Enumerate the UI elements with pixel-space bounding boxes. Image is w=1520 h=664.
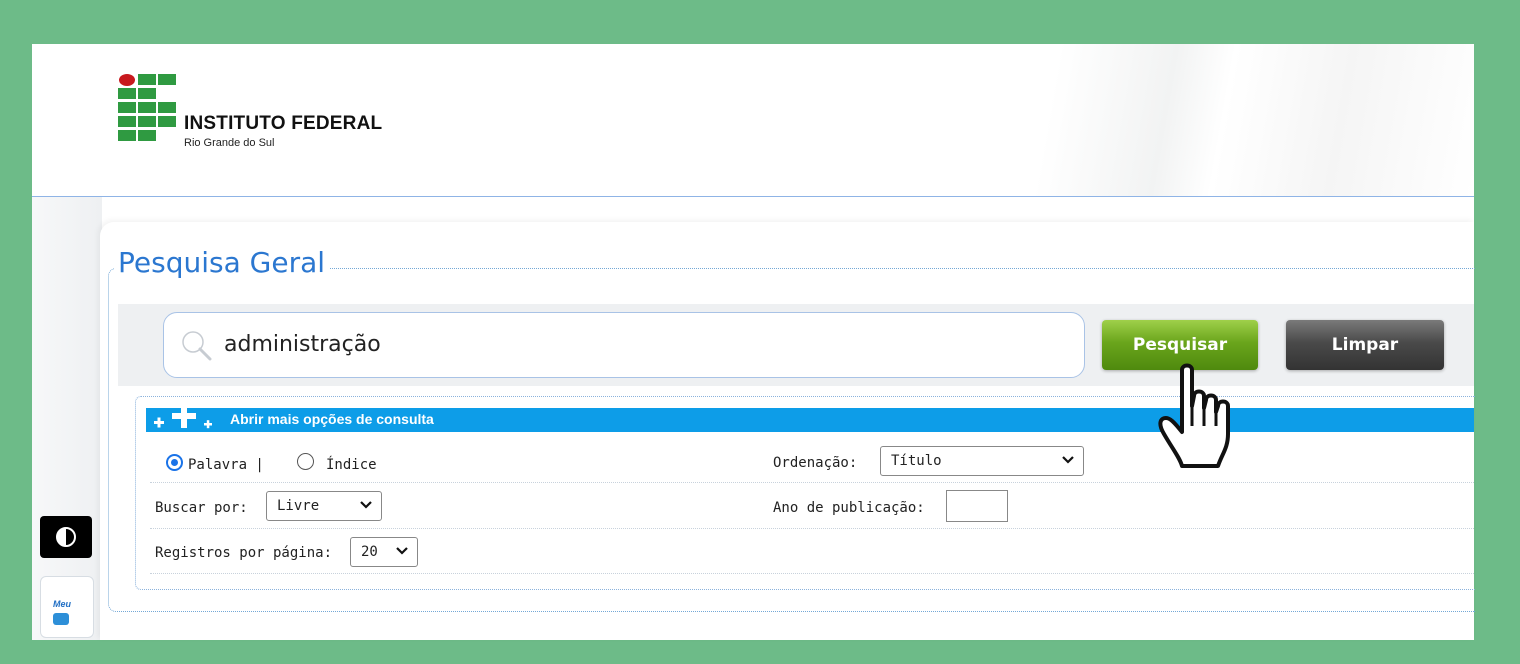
search-by-select[interactable]: Livre xyxy=(266,491,382,521)
row-divider xyxy=(150,573,1474,574)
search-input[interactable]: administração xyxy=(163,312,1085,378)
row-divider xyxy=(150,482,1474,483)
plus-icon xyxy=(154,406,212,429)
per-page-value: 20 xyxy=(361,544,378,560)
more-options-label: Abrir mais opções de consulta xyxy=(230,411,434,427)
section-title: Pesquisa Geral xyxy=(114,246,330,279)
search-query: administração xyxy=(224,332,381,357)
logo-title: INSTITUTO FEDERAL xyxy=(184,113,383,134)
chevron-down-icon xyxy=(360,501,372,509)
chevron-down-icon xyxy=(396,547,408,555)
ordering-label: Ordenação: xyxy=(773,455,858,471)
per-page-label: Registros por página: xyxy=(155,545,333,561)
contrast-icon xyxy=(56,527,76,547)
radio-palavra-label: Palavra | xyxy=(188,457,264,473)
per-page-select[interactable]: 20 xyxy=(350,537,418,567)
left-gutter xyxy=(32,197,102,640)
search-icon xyxy=(182,331,212,361)
search-by-label: Buscar por: xyxy=(155,500,248,516)
hand-pointer-icon xyxy=(1158,363,1230,468)
institute-logo[interactable]: INSTITUTO FEDERAL Rio Grande do Sul xyxy=(118,74,418,154)
more-options-toggle[interactable]: Abrir mais opções de consulta xyxy=(146,406,1474,432)
radio-palavra[interactable] xyxy=(166,454,183,471)
meu-label: Meu xyxy=(53,599,71,609)
search-by-value: Livre xyxy=(277,498,320,514)
books-icon xyxy=(53,613,69,625)
radio-indice[interactable] xyxy=(297,453,314,470)
clear-button[interactable]: Limpar xyxy=(1286,320,1444,370)
site-header: INSTITUTO FEDERAL Rio Grande do Sul xyxy=(32,44,1474,197)
radio-indice-label: Índice xyxy=(326,457,377,473)
ordering-value: Título xyxy=(891,453,942,469)
logo-subtitle: Rio Grande do Sul xyxy=(184,137,275,149)
meu-button[interactable]: Meu xyxy=(40,576,94,638)
row-divider xyxy=(150,528,1474,529)
year-input[interactable] xyxy=(946,490,1008,522)
chevron-down-icon xyxy=(1062,456,1074,464)
ordering-select[interactable]: Título xyxy=(880,446,1084,476)
year-label: Ano de publicação: xyxy=(773,500,925,516)
contrast-toggle-button[interactable] xyxy=(40,516,92,558)
logo-mark-icon xyxy=(118,74,176,141)
